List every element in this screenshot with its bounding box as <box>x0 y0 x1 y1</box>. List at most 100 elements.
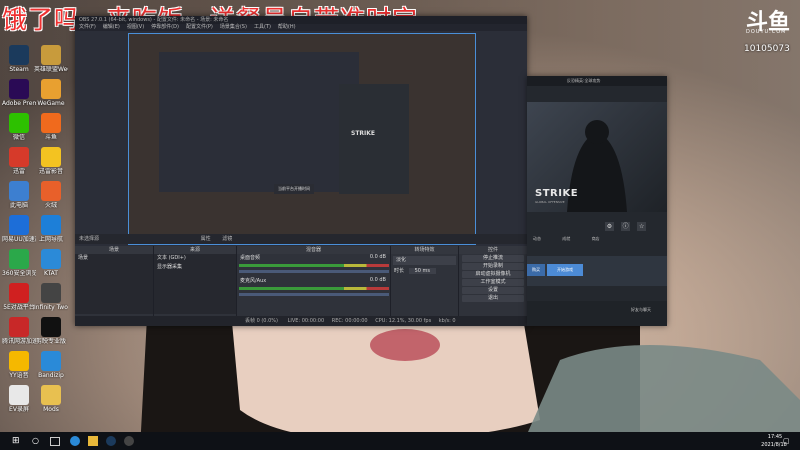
menu-item[interactable]: 配置文件(P) <box>186 24 213 30</box>
control-button[interactable]: 设置 <box>462 287 524 294</box>
desktop-icon[interactable]: 360安全浏览器 <box>2 249 36 277</box>
control-button[interactable]: 工作室模式 <box>462 279 524 286</box>
desktop-icon[interactable]: KTAT <box>34 249 68 277</box>
desktop-icon-label: WeGame <box>37 100 65 107</box>
desktop-icon-label: 火绒 <box>44 202 57 209</box>
no-source-label: 未选择源 <box>79 236 100 242</box>
desktop-icon[interactable]: 英雄联盟WeGame <box>34 45 68 73</box>
desktop-icon[interactable]: 上网导航 <box>34 215 68 243</box>
search-icon[interactable]: ○ <box>32 436 42 446</box>
control-button[interactable]: 退出 <box>462 295 524 302</box>
game-tab[interactable]: 动态 <box>533 236 541 241</box>
desktop-icon[interactable]: 网易UU加速器 <box>2 215 36 243</box>
douyu-url: DOUYU.COM <box>746 29 787 35</box>
menu-item[interactable]: 停靠部件(D) <box>151 24 179 30</box>
room-id: 10105073 <box>744 44 790 54</box>
control-button[interactable]: 开始录制 <box>462 263 524 270</box>
desktop-icon[interactable]: Infinity Two Pro <box>34 283 68 311</box>
preview-popup: 当前平台开播时间 <box>274 184 314 194</box>
game-title-bar[interactable]: 反恐精英:全球攻势 <box>527 76 667 86</box>
game-tab[interactable]: 商店 <box>592 236 600 241</box>
game-title: 反恐精英:全球攻势 <box>567 78 601 83</box>
desktop-icon[interactable]: 火绒 <box>34 181 68 209</box>
menu-item[interactable]: 文件(F) <box>79 24 96 30</box>
game-launcher-window[interactable]: 反恐精英:全球攻势 STRIKE GLOBAL OFFENSIVE ⚙ ⓘ ☆ … <box>527 76 667 326</box>
app-icon <box>41 79 61 99</box>
game-name: STRIKE <box>535 188 579 199</box>
status-dropped: 丢帧 0 (0.0%) <box>245 318 278 324</box>
desktop-icon[interactable]: 此电脑 <box>2 181 36 209</box>
game-action-bar: 购买 开始游戏 <box>527 256 667 286</box>
store-button[interactable]: 购买 <box>527 264 545 276</box>
desktop-icon[interactable]: 迅雷 <box>2 147 36 175</box>
info-icon[interactable]: ⓘ <box>621 222 631 231</box>
audio-meter <box>239 287 389 290</box>
app-icon <box>41 45 61 65</box>
volume-slider[interactable] <box>239 270 389 273</box>
menu-item[interactable]: 编辑(E) <box>103 24 120 30</box>
menu-item[interactable]: 帮助(H) <box>278 24 296 30</box>
desktop-icon[interactable]: 腾讯网游加速 <box>2 317 36 345</box>
status-rec-label: REC: <box>331 318 344 324</box>
game-tab[interactable]: 成就 <box>562 236 570 241</box>
desktop-icon[interactable]: Adobe Premiere <box>2 79 36 107</box>
obs-preview[interactable]: STRIKE 当前平台开播时间 <box>128 33 476 245</box>
app-icon <box>9 317 29 337</box>
menu-item[interactable]: 工具(T) <box>254 24 271 30</box>
obs-icon[interactable] <box>124 436 134 446</box>
obs-title-bar[interactable]: OBS 27.0.1 (64-bit, windows) - 配置文件: 未命名… <box>75 16 527 24</box>
clock-date[interactable]: 2021/8/18 <box>752 442 796 448</box>
desktop-icon[interactable]: 剪映专业版 <box>34 317 68 345</box>
desktop-icon-label: 剪映专业版 <box>35 338 66 345</box>
control-button[interactable]: 停止推流 <box>462 255 524 262</box>
desktop-icon[interactable]: Mods <box>34 385 68 413</box>
source-item[interactable]: 文本 (GDI+) <box>154 254 236 263</box>
audio-meter <box>239 264 389 267</box>
menu-item[interactable]: 视图(V) <box>127 24 144 30</box>
desktop-icon[interactable]: 微信 <box>2 113 36 141</box>
edge-icon[interactable] <box>70 436 80 446</box>
friends-chat-button[interactable]: 好友与聊天 <box>631 307 651 313</box>
game-subtitle: GLOBAL OFFENSIVE <box>535 200 565 204</box>
desktop-icon[interactable]: Bandizip <box>34 351 68 379</box>
transitions-dock: 转场特效 淡化 时长 50 ms <box>391 246 459 326</box>
desktop-icon[interactable]: EV录屏 <box>2 385 36 413</box>
volume-slider[interactable] <box>239 293 389 296</box>
desktop-icon-label: 迅雷影音 <box>38 168 63 175</box>
properties-button[interactable]: 属性 <box>201 236 211 242</box>
app-icon <box>9 147 29 167</box>
game-tabs: 动态 成就 商店 <box>527 234 667 244</box>
desktop-icon[interactable]: YY语音 <box>2 351 36 379</box>
filters-button[interactable]: 滤镜 <box>222 236 232 242</box>
desktop-icon[interactable]: 迅雷影音 <box>34 147 68 175</box>
explorer-icon[interactable] <box>88 436 98 446</box>
steam-icon[interactable] <box>106 436 116 446</box>
desktop-icon-label: 此电脑 <box>9 202 28 209</box>
obs-window[interactable]: OBS 27.0.1 (64-bit, windows) - 配置文件: 未命名… <box>75 16 527 326</box>
duration-input[interactable]: 50 ms <box>408 268 437 274</box>
desktop-icon[interactable]: 斗鱼 <box>34 113 68 141</box>
desktop-icon-label: 微信 <box>12 134 25 141</box>
preview-nested-obs <box>159 52 359 192</box>
transition-select[interactable]: 淡化 <box>393 256 456 265</box>
desktop-icon[interactable]: WeGame <box>34 79 68 107</box>
scene-item[interactable]: 场景 <box>75 254 153 263</box>
app-icon <box>41 351 61 371</box>
status-live-label: LIVE: <box>287 318 301 324</box>
app-icon <box>9 215 29 235</box>
clock-time[interactable]: 17:45 <box>755 434 795 440</box>
controls-list: 停止推流 开始录制 启动虚拟摄像机 工作室模式 设置 退出 <box>459 255 527 302</box>
app-icon <box>41 181 61 201</box>
play-button[interactable]: 开始游戏 <box>547 264 583 276</box>
desktop-icon[interactable]: 5E对战平台 <box>2 283 36 311</box>
favorite-icon[interactable]: ☆ <box>637 222 647 231</box>
windows-start-icon[interactable]: ⊞ <box>12 436 22 446</box>
source-item[interactable]: 显示器采集 <box>154 263 236 272</box>
control-button[interactable]: 启动虚拟摄像机 <box>462 271 524 278</box>
task-view-icon[interactable] <box>50 437 60 446</box>
settings-icon[interactable]: ⚙ <box>605 222 614 231</box>
desktop-icon[interactable]: Steam <box>2 45 36 73</box>
desktop-icon-label: 英雄联盟WeGame <box>34 66 68 73</box>
obs-source-bar: 未选择源 属性 滤镜 <box>75 234 527 244</box>
menu-item[interactable]: 场景集合(S) <box>220 24 247 30</box>
